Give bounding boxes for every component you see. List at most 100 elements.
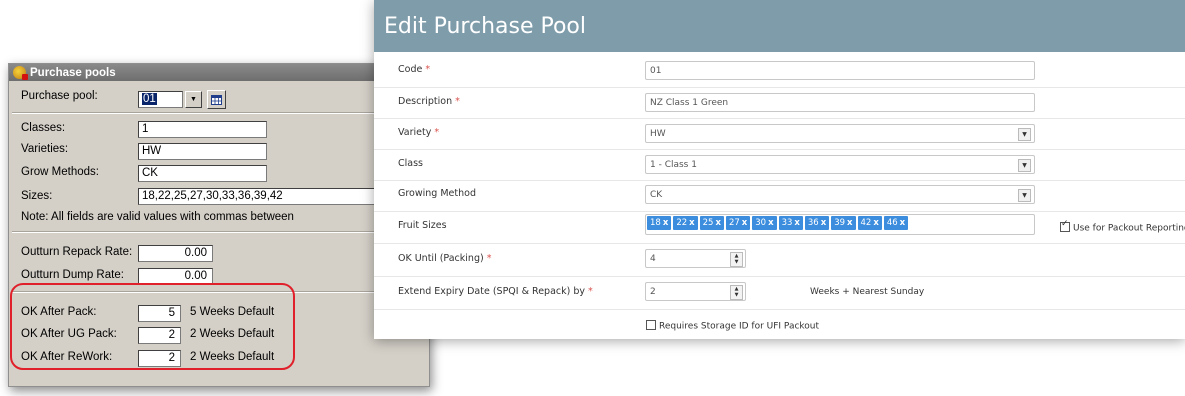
- legacy-purchase-pools-window: Purchase pools Purchase pool: 01 ▼ Class…: [8, 63, 430, 387]
- legacy-window-title: Purchase pools: [30, 66, 116, 79]
- extend-expiry-input[interactable]: 2 ▲ ▼: [645, 282, 746, 301]
- growing-method-label: Growing Method: [398, 188, 476, 199]
- remove-tag-icon: x: [689, 218, 695, 228]
- edit-purchase-pool-dialog: Edit Purchase Pool Code * 01 Description…: [374, 0, 1185, 339]
- grid-lookup-icon: [211, 94, 222, 105]
- description-row: Description * NZ Class 1 Green: [374, 87, 1185, 119]
- variety-row: Variety * HW ▼: [374, 118, 1185, 150]
- remove-tag-icon: x: [768, 218, 774, 228]
- ok-until-value: 4: [650, 254, 656, 264]
- purchase-pool-combo[interactable]: 01: [138, 91, 183, 108]
- remove-tag-icon: x: [820, 218, 827, 228]
- fruit-size-tag[interactable]: 25 x: [699, 216, 724, 230]
- legacy-divider: [12, 291, 426, 293]
- outturn-repack-label: Outturn Repack Rate:: [21, 246, 133, 258]
- ok-after-ug-pack-input[interactable]: 2: [138, 327, 181, 344]
- code-row: Code * 01: [374, 52, 1185, 88]
- fruit-size-tag[interactable]: 27 x: [725, 216, 751, 230]
- extend-expiry-suffix: Weeks + Nearest Sunday: [810, 287, 925, 297]
- checkbox-checked-icon: [1060, 219, 1070, 232]
- fruit-size-tag[interactable]: 22 x: [673, 216, 698, 230]
- code-label: Code *: [398, 64, 431, 75]
- purchase-pool-dropdown-button[interactable]: ▼: [185, 91, 202, 108]
- fruit-size-tag[interactable]: 39 x: [831, 216, 856, 230]
- fruit-sizes-row: Fruit Sizes 18 x 22 x 25 x 27 x 30 x 33 x 36 x 39 x 42 x 4…: [374, 211, 1185, 244]
- classes-label: Classes:: [21, 122, 66, 134]
- ok-after-ug-pack-default: 2 Weeks Default: [190, 328, 275, 340]
- fruit-sizes-label: Fruit Sizes: [398, 220, 447, 231]
- chevron-down-icon: ▼: [1018, 189, 1031, 202]
- fruit-size-tag[interactable]: 18 x: [647, 216, 672, 230]
- ok-after-ug-pack-label: OK After UG Pack:: [21, 328, 117, 340]
- chevron-down-icon: ▼: [190, 96, 197, 103]
- growing-method-select[interactable]: CK ▼: [645, 185, 1035, 204]
- code-input[interactable]: 01: [645, 61, 1035, 80]
- fruit-size-tag[interactable]: 36 x: [804, 216, 830, 230]
- purchase-pool-lookup-button[interactable]: [207, 90, 226, 109]
- use-for-packout-label: Use for Packout Reporting: [1073, 223, 1185, 234]
- remove-tag-icon: x: [741, 218, 748, 228]
- legacy-titlebar: Purchase pools: [9, 64, 429, 81]
- grow-methods-input[interactable]: CK: [138, 165, 267, 182]
- remove-tag-icon: x: [847, 218, 853, 228]
- variety-label: Variety *: [398, 127, 440, 138]
- grow-methods-label: Grow Methods:: [21, 166, 99, 178]
- legacy-divider: [12, 112, 426, 114]
- required-marker: *: [434, 127, 440, 138]
- remove-tag-icon: x: [715, 218, 721, 228]
- extend-expiry-label: Extend Expiry Date (SPQI & Repack) by *: [398, 286, 593, 297]
- fruit-size-tag[interactable]: 30 x: [752, 216, 777, 230]
- sizes-note: Note: All fields are valid values with c…: [21, 211, 294, 223]
- dialog-header: Edit Purchase Pool: [374, 0, 1185, 52]
- ok-after-pack-default: 5 Weeks Default: [190, 306, 275, 318]
- requires-storage-checkbox[interactable]: Requires Storage ID for UFI Packout: [646, 320, 820, 332]
- growing-method-value: CK: [650, 190, 663, 200]
- chevron-down-icon: ▼: [1018, 159, 1031, 172]
- purchase-pool-label: Purchase pool:: [21, 90, 98, 102]
- fruit-size-tag[interactable]: 42 x: [857, 216, 882, 230]
- ok-until-row: OK Until (Packing) * 4 ▲ ▼: [374, 243, 1185, 277]
- description-input[interactable]: NZ Class 1 Green: [645, 93, 1035, 112]
- outturn-dump-input[interactable]: 0.00: [138, 268, 213, 285]
- class-value: 1 - Class 1: [650, 160, 697, 170]
- varieties-input[interactable]: HW: [138, 143, 267, 160]
- spinner-arrows-icon[interactable]: ▲ ▼: [730, 252, 743, 267]
- ok-after-rework-default: 2 Weeks Default: [190, 351, 275, 363]
- spinner-arrows-icon[interactable]: ▲ ▼: [730, 285, 743, 300]
- ok-after-pack-input[interactable]: 5: [138, 305, 181, 322]
- required-marker: *: [486, 253, 492, 264]
- variety-value: HW: [650, 129, 666, 139]
- remove-tag-icon: x: [662, 218, 669, 228]
- chevron-down-icon: ▼: [1018, 128, 1031, 141]
- growing-method-row: Growing Method CK ▼: [374, 180, 1185, 212]
- ok-after-rework-label: OK After ReWork:: [21, 351, 113, 363]
- class-row: Class 1 - Class 1 ▼: [374, 149, 1185, 181]
- purchase-pool-value: 01: [142, 93, 157, 105]
- dialog-title: Edit Purchase Pool: [384, 13, 587, 39]
- description-label: Description *: [398, 96, 460, 107]
- outturn-dump-label: Outturn Dump Rate:: [21, 269, 124, 281]
- classes-input[interactable]: 1: [138, 121, 267, 138]
- remove-tag-icon: x: [794, 218, 800, 228]
- required-marker: *: [425, 64, 431, 75]
- fruit-sizes-multiselect[interactable]: 18 x 22 x 25 x 27 x 30 x 33 x 36 x 39 x 42 x 46 x: [645, 214, 1035, 235]
- required-marker: *: [588, 286, 593, 297]
- extend-expiry-value: 2: [650, 287, 656, 297]
- class-select[interactable]: 1 - Class 1 ▼: [645, 155, 1035, 174]
- variety-select[interactable]: HW ▼: [645, 124, 1035, 143]
- use-for-packout-checkbox[interactable]: Use for Packout Reporting: [1060, 219, 1185, 234]
- extend-expiry-row: Extend Expiry Date (SPQI & Repack) by * …: [374, 276, 1185, 310]
- app-icon: [13, 66, 28, 80]
- legacy-divider: [12, 231, 426, 233]
- remove-tag-icon: x: [873, 218, 879, 228]
- ok-until-label: OK Until (Packing) *: [398, 253, 492, 264]
- checkbox-unchecked-icon: [646, 320, 656, 330]
- fruit-size-tag[interactable]: 46 x: [883, 216, 909, 230]
- ok-until-input[interactable]: 4 ▲ ▼: [645, 249, 746, 268]
- outturn-repack-input[interactable]: 0.00: [138, 245, 213, 262]
- fruit-size-tag[interactable]: 33 x: [778, 216, 803, 230]
- ok-after-rework-input[interactable]: 2: [138, 350, 181, 367]
- sizes-label: Sizes:: [21, 190, 53, 202]
- remove-tag-icon: x: [899, 218, 906, 228]
- requires-storage-label: Requires Storage ID for UFI Packout: [659, 321, 820, 332]
